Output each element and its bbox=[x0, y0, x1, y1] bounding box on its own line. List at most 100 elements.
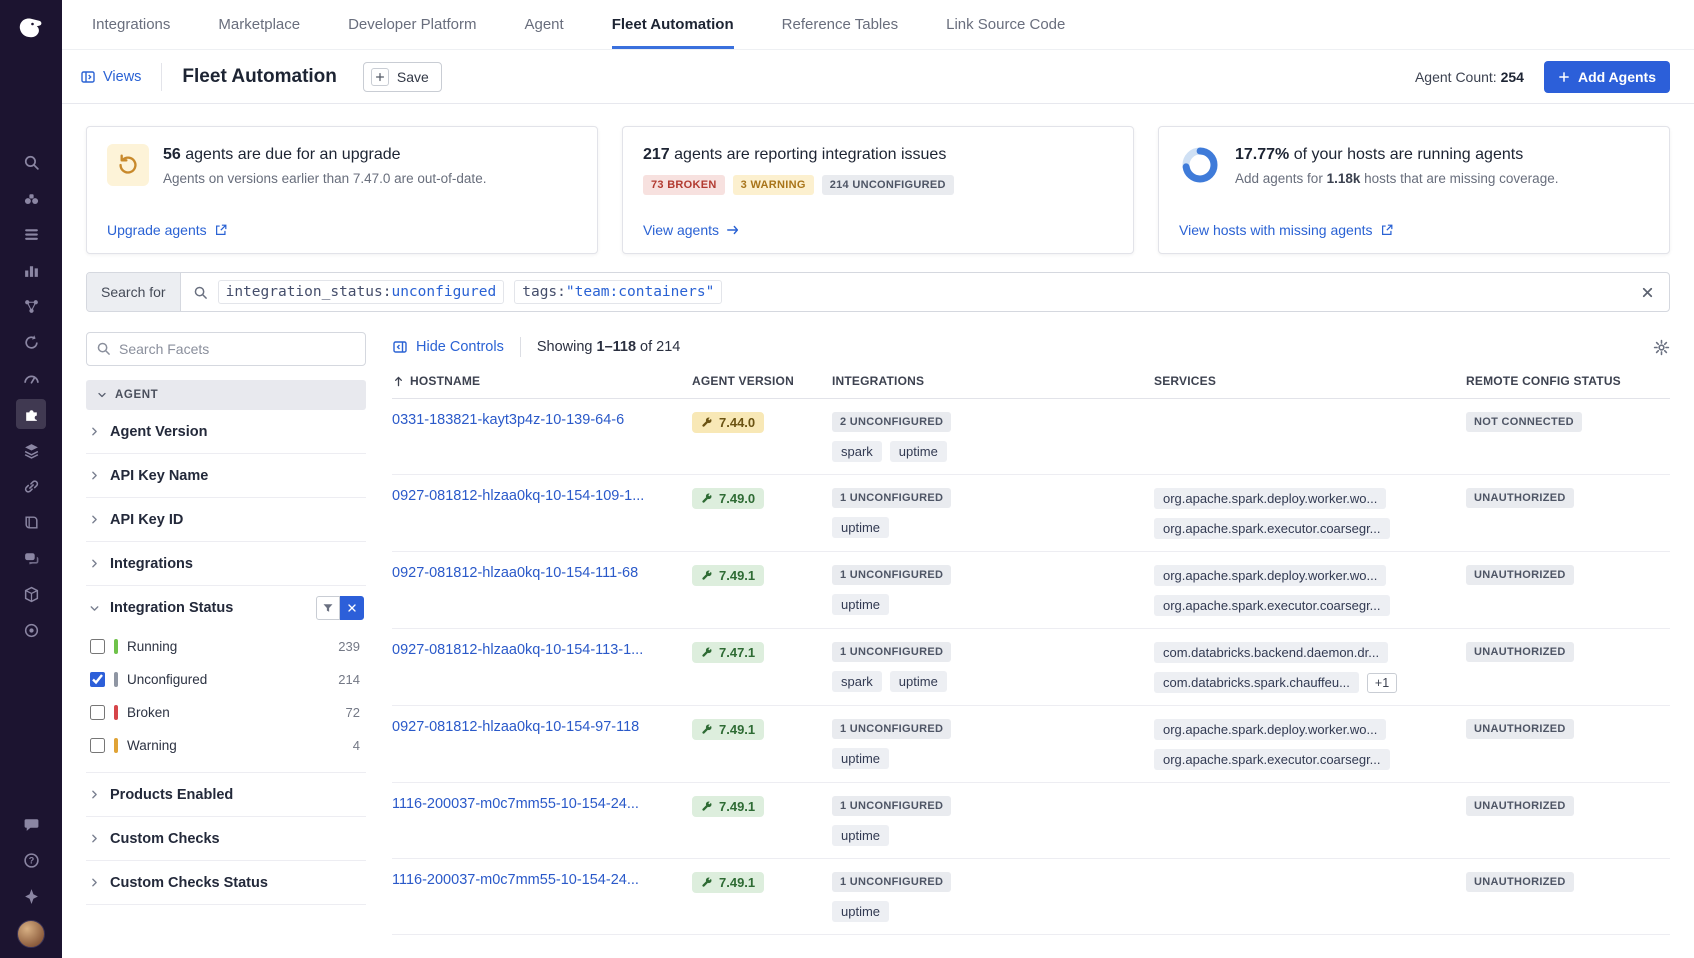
table-row[interactable]: 0331-183821-kayt3p4z-10-139-64-6 7.44.0 … bbox=[392, 399, 1670, 475]
facet-filter-button[interactable] bbox=[316, 596, 340, 620]
integration-pill[interactable]: spark bbox=[832, 441, 882, 462]
facet-clear-filter-button[interactable] bbox=[340, 596, 364, 620]
facet-option-running[interactable]: Running 239 bbox=[86, 630, 366, 663]
agent-version-badge: 7.49.1 bbox=[692, 565, 764, 586]
facet-integration-status[interactable]: Integration Status bbox=[86, 586, 366, 630]
service-pill[interactable]: org.apache.spark.deploy.worker.wo... bbox=[1154, 719, 1386, 740]
query-token-tags[interactable]: tags:"team:containers" bbox=[514, 280, 722, 304]
facet-option-warning[interactable]: Warning 4 bbox=[86, 729, 366, 762]
network-icon[interactable] bbox=[16, 291, 46, 321]
views-icon bbox=[80, 69, 96, 85]
facet-custom-checks-status[interactable]: Custom Checks Status bbox=[86, 861, 366, 905]
views-button[interactable]: Views bbox=[80, 69, 141, 85]
whats-new-icon[interactable] bbox=[16, 881, 46, 911]
help-icon[interactable] bbox=[16, 845, 46, 875]
service-pill[interactable]: com.databricks.backend.daemon.dr... bbox=[1154, 642, 1388, 663]
view-missing-hosts-link[interactable]: View hosts with missing agents bbox=[1179, 222, 1649, 238]
facet-group-agent[interactable]: AGENT bbox=[86, 380, 366, 410]
running-checkbox[interactable] bbox=[90, 639, 105, 654]
service-pill[interactable]: org.apache.spark.deploy.worker.wo... bbox=[1154, 565, 1386, 586]
broken-checkbox[interactable] bbox=[90, 705, 105, 720]
hide-controls-button[interactable]: Hide Controls bbox=[392, 339, 504, 355]
facet-integrations[interactable]: Integrations bbox=[86, 542, 366, 586]
table-settings-gear-icon[interactable] bbox=[1653, 339, 1670, 356]
service-pill[interactable]: org.apache.spark.executor.coarsegr... bbox=[1154, 749, 1390, 770]
service-pill[interactable]: com.databricks.spark.chauffeu... bbox=[1154, 672, 1359, 693]
unconfigured-checkbox[interactable] bbox=[90, 672, 105, 687]
service-map-icon[interactable] bbox=[16, 471, 46, 501]
integration-pill[interactable]: uptime bbox=[890, 671, 947, 692]
add-agents-button[interactable]: Add Agents bbox=[1544, 61, 1670, 93]
nav-item-marketplace[interactable]: Marketplace bbox=[218, 0, 300, 49]
query-token-integration-status[interactable]: integration_status:unconfigured bbox=[218, 280, 505, 304]
hostname-link[interactable]: 1116-200037-m0c7mm55-10-154-24... bbox=[392, 872, 639, 888]
table-row[interactable]: 0927-081812-hlzaa0kq-10-154-109-1... 7.4… bbox=[392, 475, 1670, 552]
hostname-link[interactable]: 0927-081812-hlzaa0kq-10-154-109-1... bbox=[392, 488, 644, 504]
sidebar bbox=[0, 0, 62, 958]
save-button[interactable]: Save bbox=[363, 62, 442, 92]
table-row[interactable]: 0927-081812-hlzaa0kq-10-154-113-1... 7.4… bbox=[392, 629, 1670, 706]
hostname-link[interactable]: 0927-081812-hlzaa0kq-10-154-113-1... bbox=[392, 642, 643, 658]
nav-item-developer-platform[interactable]: Developer Platform bbox=[348, 0, 476, 49]
datadog-logo[interactable] bbox=[11, 8, 51, 48]
more-services-pill[interactable]: +1 bbox=[1367, 673, 1397, 693]
hostname-link[interactable]: 1116-200037-m0c7mm55-10-154-24... bbox=[392, 796, 639, 812]
facet-products-enabled[interactable]: Products Enabled bbox=[86, 773, 366, 817]
header-services[interactable]: SERVICES bbox=[1154, 374, 1466, 388]
facet-option-broken[interactable]: Broken 72 bbox=[86, 696, 366, 729]
integration-pill[interactable]: uptime bbox=[832, 748, 889, 769]
table-controls: Hide Controls Showing 1–118 of 214 bbox=[392, 332, 1670, 362]
user-avatar[interactable] bbox=[17, 920, 45, 948]
package-icon[interactable] bbox=[16, 579, 46, 609]
watchdog-icon[interactable] bbox=[16, 183, 46, 213]
view-agents-link[interactable]: View agents bbox=[643, 222, 1113, 238]
warning-checkbox[interactable] bbox=[90, 738, 105, 753]
metrics-icon[interactable] bbox=[16, 255, 46, 285]
header-hostname[interactable]: HOSTNAME bbox=[392, 374, 692, 388]
integration-pill[interactable]: uptime bbox=[832, 517, 889, 538]
table-row[interactable]: 0927-081812-hlzaa0kq-10-154-97-118 7.49.… bbox=[392, 706, 1670, 783]
integration-pill[interactable]: uptime bbox=[832, 825, 889, 846]
service-pill[interactable]: org.apache.spark.deploy.worker.wo... bbox=[1154, 488, 1386, 509]
service-pill[interactable]: org.apache.spark.executor.coarsegr... bbox=[1154, 595, 1390, 616]
table-row[interactable]: 0927-081812-hlzaa0kq-10-154-111-68 7.49.… bbox=[392, 552, 1670, 629]
search-icon[interactable] bbox=[16, 147, 46, 177]
nav-item-reference-tables[interactable]: Reference Tables bbox=[782, 0, 898, 49]
facet-api-key-id[interactable]: API Key ID bbox=[86, 498, 366, 542]
upgrade-agents-link[interactable]: Upgrade agents bbox=[107, 222, 577, 238]
synthetics-icon[interactable] bbox=[16, 327, 46, 357]
facet-custom-checks[interactable]: Custom Checks bbox=[86, 817, 366, 861]
header-agent-version[interactable]: AGENT VERSION bbox=[692, 374, 832, 388]
query-search-bar[interactable]: Search for integration_status:unconfigur… bbox=[86, 272, 1670, 312]
apm-icon[interactable] bbox=[16, 363, 46, 393]
facet-api-key-name[interactable]: API Key Name bbox=[86, 454, 366, 498]
notebook-icon[interactable] bbox=[16, 219, 46, 249]
facet-agent-version[interactable]: Agent Version bbox=[86, 410, 366, 454]
table-row[interactable]: 1116-200037-m0c7mm55-10-154-24... 7.49.1… bbox=[392, 859, 1670, 935]
monitoring-icon[interactable] bbox=[16, 615, 46, 645]
workflows-icon[interactable] bbox=[16, 543, 46, 573]
hostname-link[interactable]: 0927-081812-hlzaa0kq-10-154-97-118 bbox=[392, 719, 639, 735]
logs-icon[interactable] bbox=[16, 435, 46, 465]
hostname-link[interactable]: 0331-183821-kayt3p4z-10-139-64-6 bbox=[392, 412, 624, 428]
integration-pill[interactable]: uptime bbox=[890, 441, 947, 462]
integration-pill[interactable]: uptime bbox=[832, 594, 889, 615]
facet-search-input[interactable] bbox=[86, 332, 366, 366]
agent-count: Agent Count: 254 bbox=[1415, 69, 1524, 85]
header-remote-config-status[interactable]: REMOTE CONFIG STATUS bbox=[1466, 374, 1670, 388]
chat-icon[interactable] bbox=[16, 809, 46, 839]
header-integrations[interactable]: INTEGRATIONS bbox=[832, 374, 1154, 388]
facet-option-unconfigured[interactable]: Unconfigured 214 bbox=[86, 663, 366, 696]
integration-pill[interactable]: uptime bbox=[832, 901, 889, 922]
nav-item-integrations[interactable]: Integrations bbox=[92, 0, 170, 49]
nav-item-agent[interactable]: Agent bbox=[524, 0, 563, 49]
docs-icon[interactable] bbox=[16, 507, 46, 537]
hostname-link[interactable]: 0927-081812-hlzaa0kq-10-154-111-68 bbox=[392, 565, 638, 581]
nav-item-fleet-automation[interactable]: Fleet Automation bbox=[612, 0, 734, 49]
table-row[interactable]: 1116-200037-m0c7mm55-10-154-24... 7.49.1… bbox=[392, 783, 1670, 859]
service-pill[interactable]: org.apache.spark.executor.coarsegr... bbox=[1154, 518, 1390, 539]
fleet-automation-icon[interactable] bbox=[16, 399, 46, 429]
nav-item-link-source-code[interactable]: Link Source Code bbox=[946, 0, 1065, 49]
clear-search-icon[interactable] bbox=[1640, 285, 1655, 300]
integration-pill[interactable]: spark bbox=[832, 671, 882, 692]
